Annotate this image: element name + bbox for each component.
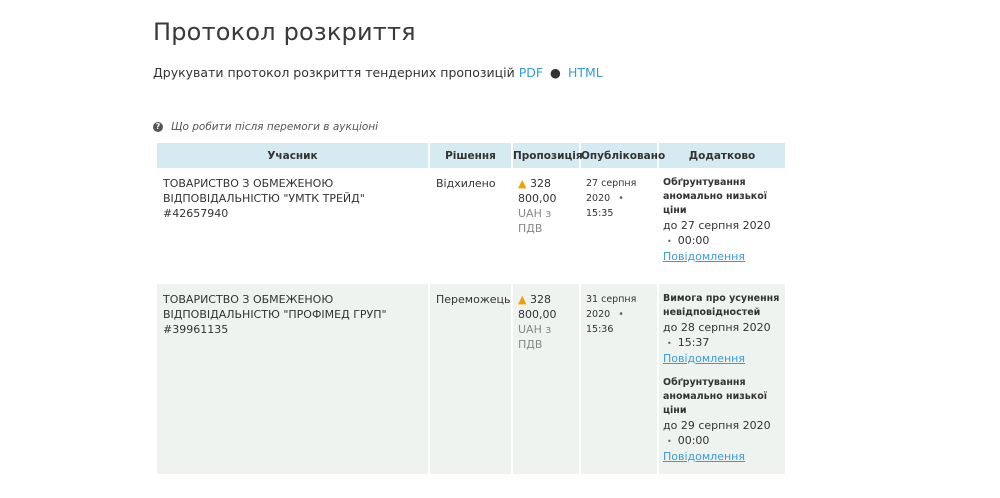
- extra-due-time-line: • 00:00: [663, 433, 785, 449]
- column-header-published: Опубліковано: [581, 143, 665, 168]
- published-cell: 27 серпня 2020 • 15:35: [581, 168, 657, 278]
- help-link[interactable]: ? Що робити після перемоги в аукціоні: [153, 121, 378, 133]
- extra-due-date: до 28 серпня 2020: [663, 321, 771, 334]
- decision-link[interactable]: Переможець: [430, 284, 511, 474]
- print-protocol-line: Друкувати протокол розкриття тендерних п…: [153, 65, 603, 80]
- column-header-extra: Додатково: [659, 143, 785, 168]
- message-link[interactable]: Повідомлення: [663, 249, 785, 264]
- offer-cell: ▲ 328 800,00 UAH з ПДВ: [513, 168, 579, 278]
- message-link[interactable]: Повідомлення: [663, 351, 785, 366]
- print-html-link[interactable]: HTML: [568, 65, 603, 80]
- extra-due-time: 00:00: [677, 434, 710, 447]
- warning-triangle-icon: ▲: [518, 293, 527, 306]
- published-cell: 31 серпня 2020 • 15:36: [581, 284, 657, 474]
- extra-due-time-line: • 00:00: [663, 233, 785, 249]
- table-row: ТОВАРИСТВО З ОБМЕЖЕНОЮ ВІДПОВІДАЛЬНІСТЮ …: [157, 284, 785, 474]
- bullet: •: [618, 309, 624, 320]
- extra-title: Вимога про усунення невідповідностей: [663, 293, 780, 318]
- message-link[interactable]: Повідомлення: [663, 449, 785, 464]
- offer-cell: ▲ 328 800,00 UAH з ПДВ: [513, 284, 579, 474]
- table-row: ТОВАРИСТВО З ОБМЕЖЕНОЮ ВІДПОВІДАЛЬНІСТЮ …: [157, 168, 785, 278]
- participant-cell: ТОВАРИСТВО З ОБМЕЖЕНОЮ ВІДПОВІДАЛЬНІСТЮ …: [157, 168, 428, 278]
- extra-cell: Обґрунтування аномально низької ціни до …: [659, 168, 785, 278]
- column-header-decision: Рішення: [430, 143, 511, 168]
- question-circle-icon: ?: [153, 122, 163, 132]
- page-title: Протокол розкриття: [153, 18, 416, 46]
- print-pdf-link[interactable]: PDF: [519, 65, 543, 80]
- decision-link[interactable]: Відхилено: [430, 168, 511, 278]
- participant-cell: ТОВАРИСТВО З ОБМЕЖЕНОЮ ВІДПОВІДАЛЬНІСТЮ …: [157, 284, 428, 474]
- table-header-row: Учасник Рішення Пропозиція Опубліковано …: [157, 143, 785, 168]
- bullet: •: [667, 339, 672, 348]
- extra-due-time: 00:00: [677, 234, 710, 247]
- published-date: 27 серпня 2020: [586, 178, 637, 204]
- bullet: •: [618, 193, 624, 204]
- print-protocol-label: Друкувати протокол розкриття тендерних п…: [153, 65, 515, 80]
- extra-due-date: до 29 серпня 2020: [663, 419, 771, 432]
- extra-item: Вимога про усунення невідповідностей до …: [663, 292, 785, 366]
- bids-table: Учасник Рішення Пропозиція Опубліковано …: [155, 143, 787, 474]
- extra-item: Обґрунтування аномально низької ціни до …: [663, 176, 785, 264]
- bullet: •: [667, 237, 672, 246]
- extra-due-time: 15:37: [677, 336, 710, 349]
- column-header-offer: Пропозиція: [513, 143, 583, 168]
- offer-currency: UAH з ПДВ: [518, 323, 552, 351]
- extra-due-time-line: • 15:37: [663, 335, 785, 351]
- published-date: 31 серпня 2020: [586, 294, 637, 320]
- extra-item: Обґрунтування аномально низької ціни до …: [663, 376, 785, 464]
- extra-title: Обґрунтування аномально низької ціни: [663, 377, 768, 416]
- bullet: •: [667, 437, 672, 446]
- warning-triangle-icon: ▲: [518, 177, 527, 190]
- column-header-participant: Учасник: [157, 143, 428, 168]
- published-time: 15:35: [586, 208, 614, 219]
- extra-title: Обґрунтування аномально низької ціни: [663, 177, 768, 216]
- offer-currency: UAH з ПДВ: [518, 207, 552, 235]
- extra-due-date: до 27 серпня 2020: [663, 219, 771, 232]
- print-separator: ●: [550, 65, 561, 80]
- help-text[interactable]: Що робити після перемоги в аукціоні: [171, 121, 378, 133]
- extra-cell: Вимога про усунення невідповідностей до …: [659, 284, 785, 474]
- published-time: 15:36: [586, 324, 614, 335]
